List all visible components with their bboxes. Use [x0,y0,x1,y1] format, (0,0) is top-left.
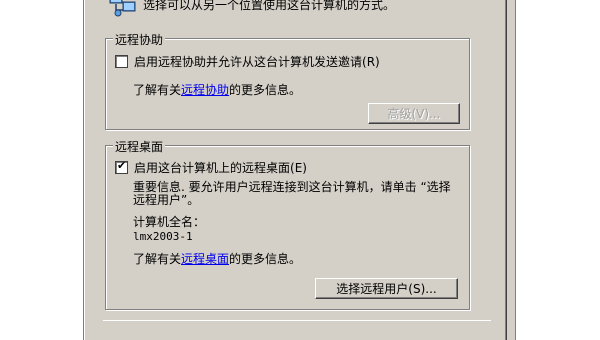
enable-remote-assistance-checkbox[interactable]: 启用远程协助并允许从这台计算机发送邀请 (R) [115,53,380,70]
remote-assistance-group-title: 远程协助 [113,31,166,48]
more-info-suffix: 的更多信息。 [229,252,302,266]
important-info-line2: 远程用户”。 [133,193,200,207]
enable-remote-assistance-label: 启用远程协助并允许从这台计算机发送邀请 [134,55,363,69]
enable-remote-desktop-checkbox[interactable]: ✔ 启用这台计算机上的远程桌面 (E) [115,159,307,176]
checkbox-box[interactable]: ✔ [115,159,128,174]
more-info-suffix: 的更多信息。 [229,83,302,97]
enable-remote-assistance-accel: (R) [362,54,380,69]
window-frame-right-fill [507,0,515,340]
computer-name-value: lmx2003-1 [133,230,193,243]
advanced-button[interactable]: 高级(V)... [368,103,460,124]
remote-desktop-group-title: 远程桌面 [113,138,166,155]
remote-tab-description: 选择可以从另一个位置使用这台计算机的方式。 [143,0,396,12]
remote-assistance-more-info: 了解有关远程协助的更多信息。 [133,81,301,98]
checkbox-box[interactable] [115,55,128,68]
more-info-prefix: 了解有关 [133,252,182,266]
remote-assistance-link[interactable]: 远程协助 [181,83,229,97]
computers-network-icon [108,0,138,18]
computer-name-label: 计算机全名： [133,215,206,229]
more-info-prefix: 了解有关 [133,83,182,97]
remote-assistance-group: 远程协助 启用远程协助并允许从这台计算机发送邀请 (R) 了解有关远程协助的更多信… [105,31,470,130]
remote-desktop-more-info: 了解有关远程桌面的更多信息。 [133,250,301,267]
enable-remote-desktop-accel: (E) [290,160,307,175]
remote-desktop-group: 远程桌面 ✔ 启用这台计算机上的远程桌面 (E) 重要信息. 要允许用户远程连接到… [105,138,470,310]
divider [103,320,491,321]
check-mark-icon: ✔ [117,159,127,172]
select-remote-users-button[interactable]: 选择远程用户(S)... [315,278,458,299]
enable-remote-desktop-label: 启用这台计算机上的远程桌面 [134,161,291,175]
window-frame-outer-right [515,0,516,340]
remote-desktop-link[interactable]: 远程桌面 [181,252,229,266]
